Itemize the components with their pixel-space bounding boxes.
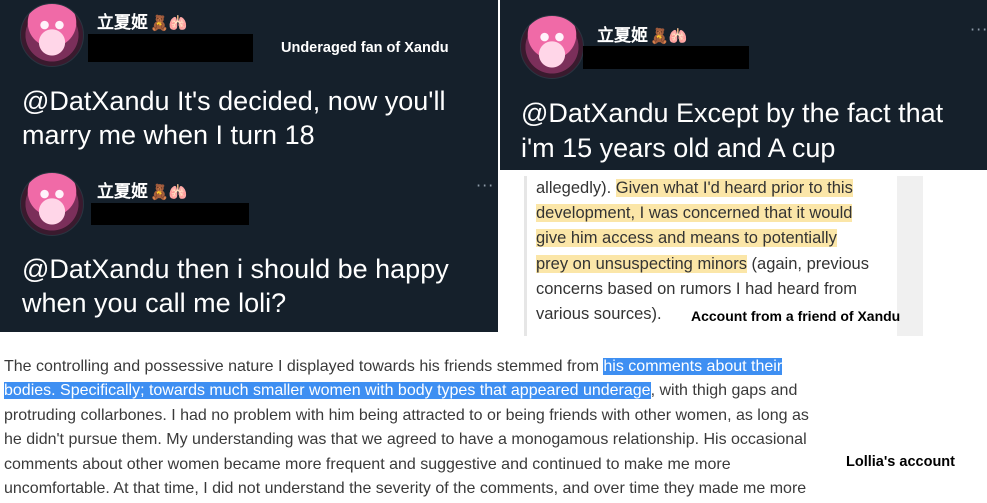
excerpt-text: various sources). (536, 305, 662, 323)
excerpt-text: allegedly). (536, 179, 616, 197)
tweet-text-line-2: i'm 15 years old and A cup (521, 133, 836, 163)
tweet-text-line-1: @DatXandu It's decided, now you'll (22, 86, 446, 116)
redacted-handle (583, 46, 749, 69)
excerpt-highlight: Given what I'd heard prior to this (615, 179, 853, 197)
letter-line-1: The controlling and possessive nature I … (4, 355, 783, 380)
user-avatar[interactable] (520, 15, 584, 79)
tweet-card-2: 立夏姬 🧸🫁 ··· @DatXandu Except by the fact t… (500, 0, 987, 170)
excerpt-line-1: allegedly). Given what I'd heard prior t… (536, 176, 853, 201)
tweet-card-1: 立夏姬 🧸🫁 Underaged fan of Xandu @DatXandu I… (0, 0, 498, 170)
redacted-handle (88, 34, 253, 62)
overlay-caption: Lollia's account (846, 454, 955, 470)
name-emojis: 🧸🫁 (650, 27, 688, 45)
user-avatar[interactable] (20, 3, 84, 67)
excerpt-highlight: give him access and means to potentially (536, 229, 837, 247)
excerpt-line-5: concerns based on rumors I had heard fro… (536, 277, 857, 302)
overlay-caption: Account from a friend of Xandu (691, 308, 901, 324)
display-name[interactable]: 立夏姬 🧸🫁 (97, 8, 187, 33)
user-avatar[interactable] (20, 172, 84, 236)
name-emojis: 🧸🫁 (150, 14, 188, 32)
letter-highlight: his comments about their (603, 358, 783, 375)
tweet-text-line-1: @DatXandu Except by the fact that (521, 98, 944, 128)
right-border (897, 176, 923, 336)
excerpt-line-6: various sources). (536, 302, 662, 327)
excerpt-highlight: development, I was concerned that it wou… (536, 204, 853, 222)
excerpt-highlight: prey on unsuspecting minors (536, 255, 747, 273)
display-name-text: 立夏姬 (97, 182, 148, 202)
letter-line-4: he didn't pursue them. My understanding … (4, 431, 807, 448)
overlay-caption: Underaged fan of Xandu (281, 40, 449, 56)
redacted-handle (91, 203, 249, 225)
letter-line-3: protruding collarbones. I had no problem… (4, 407, 809, 424)
more-options-icon[interactable]: ··· (476, 176, 494, 195)
excerpt-text: concerns based on rumors I had heard fro… (536, 280, 858, 298)
friend-account-excerpt: allegedly). Given what I'd heard prior t… (500, 170, 987, 338)
display-name[interactable]: 立夏姬 🧸🫁 (597, 21, 687, 46)
name-emojis: 🧸🫁 (150, 183, 188, 201)
letter-line-2: bodies. Specifically; towards much small… (4, 379, 797, 404)
letter-text: , with thigh gaps and (650, 382, 798, 399)
tweet-card-3: 立夏姬 🧸🫁 ··· @DatXandu then i should be hap… (0, 168, 498, 332)
lollia-account-excerpt: The controlling and possessive nature I … (0, 351, 987, 503)
tweet-text-line-2: marry me when I turn 18 (22, 120, 315, 150)
tweet-text-line-1: @DatXandu then i should be happy (22, 254, 449, 284)
display-name[interactable]: 立夏姬 🧸🫁 (97, 177, 187, 202)
display-name-text: 立夏姬 (597, 26, 648, 46)
excerpt-text: (again, previous (746, 255, 869, 273)
letter-line-5: comments about other women became more f… (4, 456, 731, 473)
excerpt-line-2: development, I was concerned that it wou… (536, 201, 853, 226)
excerpt-line-4: prey on unsuspecting minors (again, prev… (536, 252, 869, 277)
more-options-icon[interactable]: ··· (970, 20, 987, 39)
excerpt-line-3: give him access and means to potentially (536, 226, 837, 251)
tweet-text-line-2: when you call me loli? (22, 288, 287, 318)
letter-text: The controlling and possessive nature I … (4, 358, 604, 375)
letter-highlight: bodies. Specifically; towards much small… (4, 382, 651, 399)
display-name-text: 立夏姬 (97, 13, 148, 33)
left-border (524, 176, 527, 336)
letter-line-6: uncomfortable. At that time, I did not u… (4, 480, 807, 497)
